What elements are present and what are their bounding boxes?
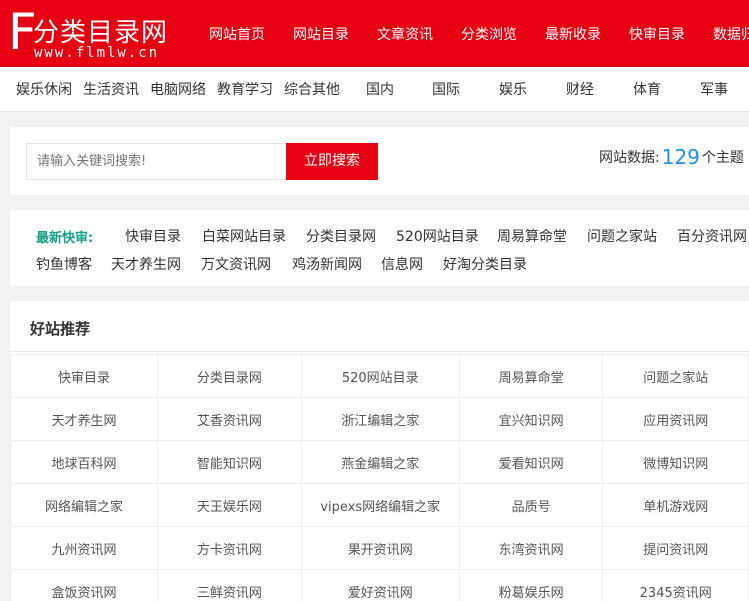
site-link[interactable]: 提问资讯网 — [603, 527, 749, 570]
site-link[interactable]: 爱好资讯网 — [301, 570, 459, 601]
site-link[interactable]: 方卡资讯网 — [158, 527, 302, 570]
site-link[interactable]: 宜兴知识网 — [459, 398, 603, 441]
site-link[interactable]: 果开资讯网 — [301, 527, 459, 570]
category-link[interactable]: 体育 — [633, 79, 661, 99]
category-bar: 娱乐休闲 生活资讯 电脑网络 教育学习 综合其他 国内 国际 娱乐 财经 体育 … — [0, 67, 749, 112]
logo-url: www.flmlw.cn — [34, 45, 159, 61]
latest-link[interactable]: 分类目录网 — [306, 226, 376, 246]
latest-link[interactable]: 天才养生网 — [111, 254, 181, 274]
latest-link[interactable]: 万文资讯网 — [201, 254, 271, 274]
site-link[interactable]: 艾香资讯网 — [158, 398, 302, 441]
site-link[interactable]: 520网站目录 — [301, 355, 459, 398]
latest-label: 最新快审: — [36, 227, 93, 246]
category-link[interactable]: 生活资讯 — [83, 79, 139, 99]
category-link[interactable]: 国内 — [366, 79, 394, 99]
latest-link[interactable]: 问题之家站 — [587, 226, 657, 246]
latest-link[interactable]: 周易算命堂 — [497, 226, 567, 246]
recommended-title: 好站推荐 — [30, 318, 90, 339]
category-link[interactable]: 军事 — [700, 79, 728, 99]
latest-link[interactable]: 好淘分类目录 — [443, 254, 527, 274]
site-link[interactable]: 粉葛娱乐网 — [459, 570, 603, 601]
site-link[interactable]: 地球百科网 — [11, 441, 158, 484]
category-link[interactable]: 娱乐 — [499, 79, 527, 99]
recommended-grid: 快审目录 分类目录网 520网站目录 周易算命堂 问题之家站 天才养生网 艾香资… — [10, 354, 749, 601]
site-link[interactable]: 品质号 — [459, 484, 603, 527]
site-link[interactable]: 单机游戏网 — [603, 484, 749, 527]
site-link[interactable]: 问题之家站 — [603, 355, 749, 398]
site-link[interactable]: 周易算命堂 — [459, 355, 603, 398]
site-link[interactable]: 网络编辑之家 — [11, 484, 158, 527]
site-link[interactable]: 浙江编辑之家 — [301, 398, 459, 441]
site-link[interactable]: 爱看知识网 — [459, 441, 603, 484]
site-link[interactable]: 燕金编辑之家 — [301, 441, 459, 484]
latest-quick-review: 最新快审: 快审目录 白菜网站目录 分类目录网 520网站目录 周易算命堂 问题… — [10, 210, 749, 286]
site-link[interactable]: 九州资讯网 — [11, 527, 158, 570]
site-link[interactable]: 天王娱乐网 — [158, 484, 302, 527]
category-link[interactable]: 国际 — [432, 79, 460, 99]
main-nav: 网站首页 网站目录 文章资讯 分类浏览 最新收录 快审目录 数据归档 — [195, 0, 749, 67]
nav-site-directory[interactable]: 网站目录 — [279, 0, 363, 67]
site-link[interactable]: 分类目录网 — [158, 355, 302, 398]
table-row: 天才养生网 艾香资讯网 浙江编辑之家 宜兴知识网 应用资讯网 — [11, 398, 749, 441]
recommended-sites: 好站推荐 快审目录 分类目录网 520网站目录 周易算命堂 问题之家站 天才养生… — [10, 301, 749, 601]
latest-link[interactable]: 白菜网站目录 — [202, 226, 286, 246]
site-link[interactable]: 东湾资讯网 — [459, 527, 603, 570]
site-link[interactable]: 盒饭资讯网 — [11, 570, 158, 601]
stats-count: 129 — [662, 145, 700, 169]
site-link[interactable]: 微博知识网 — [603, 441, 749, 484]
nav-quick-review[interactable]: 快审目录 — [615, 0, 699, 67]
category-link[interactable]: 教育学习 — [217, 79, 273, 99]
nav-latest[interactable]: 最新收录 — [531, 0, 615, 67]
table-row: 地球百科网 智能知识网 燕金编辑之家 爱看知识网 微博知识网 — [11, 441, 749, 484]
search-input[interactable] — [26, 143, 286, 180]
latest-link[interactable]: 信息网 — [381, 254, 423, 274]
latest-link[interactable]: 520网站目录 — [396, 226, 479, 246]
stats-label: 网站数据: — [599, 150, 660, 166]
nav-home[interactable]: 网站首页 — [195, 0, 279, 67]
latest-link[interactable]: 百分资讯网 — [677, 226, 747, 246]
nav-browse-categories[interactable]: 分类浏览 — [447, 0, 531, 67]
table-row: 九州资讯网 方卡资讯网 果开资讯网 东湾资讯网 提问资讯网 — [11, 527, 749, 570]
table-row: 网络编辑之家 天王娱乐网 vipexs网络编辑之家 品质号 单机游戏网 — [11, 484, 749, 527]
logo-title: 分类目录网 — [33, 12, 168, 49]
category-link[interactable]: 娱乐休闲 — [16, 79, 72, 99]
site-logo[interactable]: F 分类目录网 www.flmlw.cn — [6, 4, 181, 64]
table-row: 盒饭资讯网 三鲜资讯网 爱好资讯网 粉葛娱乐网 2345资讯网 — [11, 570, 749, 601]
site-stats: 网站数据:129个主题 — [599, 145, 744, 169]
latest-link[interactable]: 鸡汤新闻网 — [292, 254, 362, 274]
site-link[interactable]: 天才养生网 — [11, 398, 158, 441]
category-link[interactable]: 电脑网络 — [150, 79, 206, 99]
latest-link[interactable]: 快审目录 — [125, 226, 181, 246]
category-link[interactable]: 财经 — [566, 79, 594, 99]
search-panel: 立即搜索 网站数据:129个主题 — [10, 127, 749, 195]
category-link[interactable]: 综合其他 — [284, 79, 340, 99]
top-header: F 分类目录网 www.flmlw.cn 网站首页 网站目录 文章资讯 分类浏览… — [0, 0, 749, 67]
site-link[interactable]: 三鲜资讯网 — [158, 570, 302, 601]
site-link[interactable]: 快审目录 — [11, 355, 158, 398]
site-link[interactable]: 应用资讯网 — [603, 398, 749, 441]
site-link[interactable]: vipexs网络编辑之家 — [301, 484, 459, 527]
search-button[interactable]: 立即搜索 — [286, 143, 378, 180]
latest-link[interactable]: 钓鱼博客 — [36, 254, 92, 274]
table-row: 快审目录 分类目录网 520网站目录 周易算命堂 问题之家站 — [11, 355, 749, 398]
site-link[interactable]: 智能知识网 — [158, 441, 302, 484]
divider — [10, 351, 749, 352]
stats-suffix: 个主题 — [702, 150, 744, 166]
nav-articles[interactable]: 文章资讯 — [363, 0, 447, 67]
nav-archive[interactable]: 数据归档 — [699, 0, 749, 67]
site-link[interactable]: 2345资讯网 — [603, 570, 749, 601]
